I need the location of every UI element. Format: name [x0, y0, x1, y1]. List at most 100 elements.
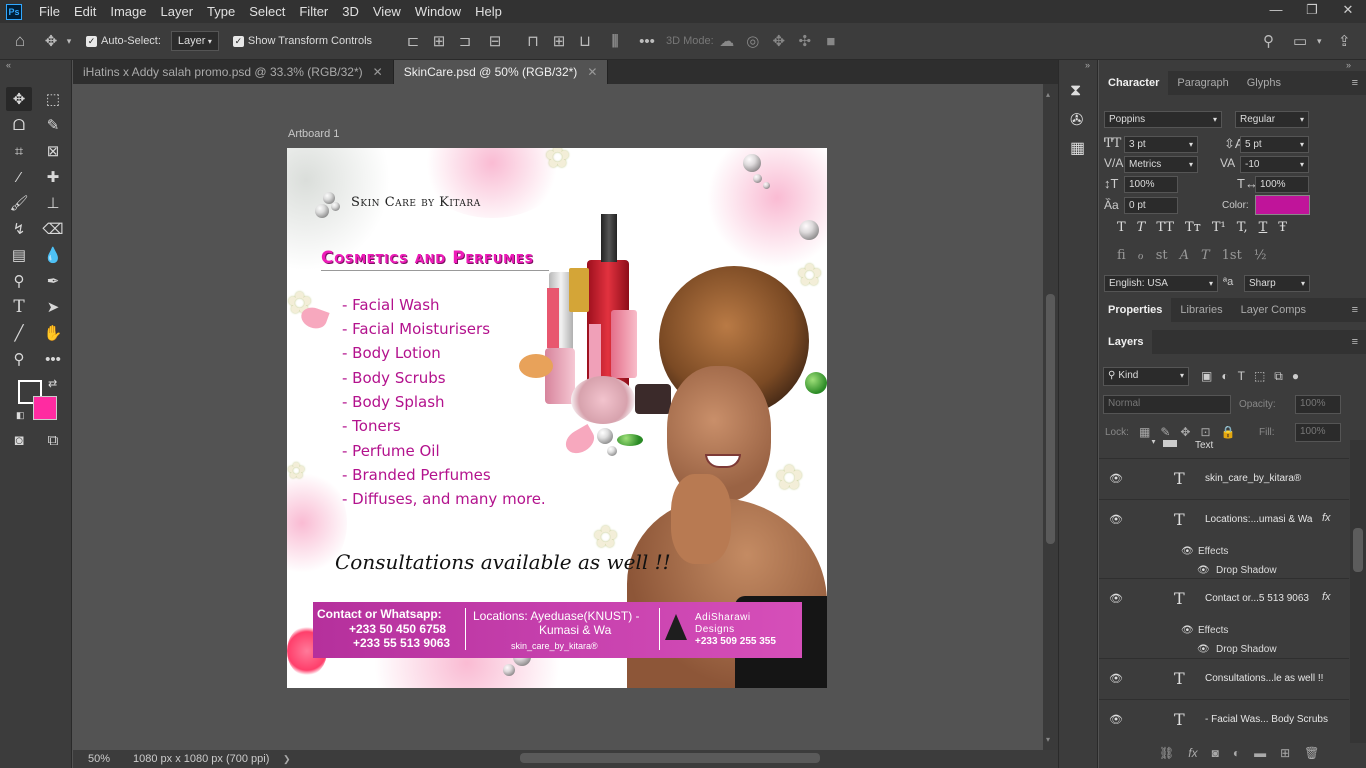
3d-pan-icon[interactable]: ✥ [766, 32, 792, 50]
all-caps-button[interactable]: TT [1156, 220, 1174, 235]
swash-button[interactable]: A [1180, 248, 1189, 263]
layer-row[interactable]: 👁 T - Facial Was... Body Scrubs [1099, 699, 1349, 743]
pen-tool-icon[interactable]: ✒ [40, 269, 66, 293]
line-tool-icon[interactable]: ╱ [6, 321, 32, 345]
menu-layer[interactable]: Layer [154, 4, 201, 19]
filter-toggle-icon[interactable]: ● [1292, 369, 1299, 384]
frame-tool-icon[interactable]: ⊠ [40, 139, 66, 163]
visibility-eye-icon[interactable]: 👁 [1197, 644, 1210, 655]
faux-bold-button[interactable]: T [1117, 220, 1126, 235]
eraser-tool-icon[interactable]: ⌫ [40, 217, 66, 241]
group-name[interactable]: Text [1195, 440, 1213, 451]
clone-stamp-tool-icon[interactable]: ⊥ [40, 191, 66, 215]
home-icon[interactable]: ⌂ [0, 31, 40, 51]
menu-view[interactable]: View [366, 4, 408, 19]
panel-menu-icon[interactable]: ≡ [1352, 304, 1358, 316]
scroll-down-icon[interactable]: ▾ [1046, 735, 1050, 744]
font-size-field[interactable]: 3 pt ▾ [1124, 136, 1198, 153]
menu-type[interactable]: Type [200, 4, 242, 19]
smart-object-filter-icon[interactable]: ⧉ [1274, 369, 1283, 384]
language-dropdown[interactable]: English: USA ▾ [1104, 275, 1218, 292]
show-transform-checkbox[interactable]: ✓ Show Transform Controls [232, 35, 372, 47]
align-right-icon[interactable]: ⊐ [452, 32, 478, 50]
ordinals-button[interactable]: 1st [1222, 248, 1242, 263]
close-window-button[interactable]: ✕ [1330, 0, 1366, 23]
strikethrough-button[interactable]: Ŧ [1278, 220, 1287, 235]
quick-select-tool-icon[interactable]: ✎ [40, 113, 66, 137]
titling-button[interactable]: T [1201, 248, 1210, 263]
blend-mode-dropdown[interactable]: Normal [1103, 395, 1231, 414]
visibility-eye-icon[interactable]: 👁 [1181, 546, 1194, 557]
dodge-tool-icon[interactable]: ⚲ [6, 269, 32, 293]
visibility-eye-icon[interactable]: 👁 [1109, 713, 1123, 726]
distribute-icon[interactable]: ⊟ [478, 32, 512, 50]
leading-field[interactable]: 5 pt ▾ [1240, 136, 1309, 153]
add-mask-icon[interactable]: ◙ [1212, 746, 1219, 760]
discretionary-ligatures-button[interactable]: st [1156, 248, 1168, 263]
layer-effects-badge[interactable]: fx [1322, 512, 1331, 524]
zoom-level[interactable]: 50% [73, 753, 133, 765]
tab-paragraph[interactable]: Paragraph [1168, 71, 1237, 95]
anti-alias-dropdown[interactable]: Sharp ▾ [1244, 275, 1310, 292]
tab-properties[interactable]: Properties [1099, 298, 1172, 322]
artboard[interactable]: ✿ ✿ ✿ ✿ ✿ ✿ Skin Care by Kitara Cosmetic… [287, 148, 827, 688]
add-style-icon[interactable]: fx [1188, 746, 1197, 760]
expand-panels-icon[interactable]: » [1085, 60, 1090, 70]
tracking-field[interactable]: -10 ▾ [1240, 156, 1309, 173]
tab-document-1[interactable]: iHatins x Addy salah promo.psd @ 33.3% (… [73, 60, 394, 84]
gradient-tool-icon[interactable]: ▤ [6, 243, 32, 267]
lock-transparent-icon[interactable]: ▦ [1139, 425, 1150, 439]
link-layers-icon[interactable]: ⛓ [1159, 746, 1174, 760]
lock-image-icon[interactable]: ✎ [1160, 425, 1170, 439]
horizontal-scale-field[interactable]: 100% [1255, 176, 1309, 193]
3d-roll-icon[interactable]: ◎ [740, 32, 766, 50]
layer-filter-dropdown[interactable]: ⚲ Kind ▾ [1103, 367, 1189, 386]
path-selection-tool-icon[interactable]: ➤ [40, 295, 66, 319]
healing-brush-tool-icon[interactable]: ✚ [40, 165, 66, 189]
visibility-eye-icon[interactable]: 👁 [1109, 672, 1123, 685]
history-brush-tool-icon[interactable]: ↯ [6, 217, 32, 241]
font-family-dropdown[interactable]: Poppins ▾ [1104, 111, 1222, 128]
font-style-dropdown[interactable]: Regular ▾ [1235, 111, 1309, 128]
visibility-eye-icon[interactable]: 👁 [1197, 565, 1210, 576]
underline-button[interactable]: T [1259, 220, 1268, 235]
restore-button[interactable]: ❐ [1294, 0, 1330, 23]
minimize-button[interactable]: — [1258, 0, 1294, 23]
swatches-icon[interactable]: ▦ [1070, 138, 1085, 158]
search-icon[interactable]: ⚲ [1263, 32, 1274, 50]
lasso-tool-icon[interactable]: ᗝ [6, 113, 32, 137]
tab-document-2[interactable]: SkinCare.psd @ 50% (RGB/32*) ✕ [393, 60, 609, 84]
align-bottom-icon[interactable]: ⊔ [572, 32, 598, 50]
adjustments-icon[interactable]: ✇ [1070, 110, 1083, 130]
drop-shadow-effect[interactable]: Drop Shadow [1216, 644, 1277, 655]
drop-shadow-effect[interactable]: Drop Shadow [1216, 565, 1277, 576]
zoom-tool-icon[interactable]: ⚲ [6, 347, 32, 371]
visibility-eye-icon[interactable]: 👁 [1181, 625, 1194, 636]
menu-select[interactable]: Select [242, 4, 292, 19]
layer-name[interactable]: skin_care_by_kitara® [1205, 473, 1301, 484]
collapse-dock-icon[interactable]: » [1346, 60, 1351, 70]
layers-scrollbar[interactable] [1350, 440, 1366, 743]
tab-libraries[interactable]: Libraries [1171, 298, 1231, 322]
3d-slide-icon[interactable]: ✣ [792, 32, 818, 50]
3d-scale-icon[interactable]: ■ [818, 33, 844, 50]
tab-layer-comps[interactable]: Layer Comps [1232, 298, 1315, 322]
adjustment-filter-icon[interactable]: ◐ [1221, 369, 1228, 384]
vertical-scrollbar[interactable] [1043, 84, 1058, 750]
collapse-toolbar-icon[interactable]: « [6, 60, 11, 70]
lock-artboard-icon[interactable]: ⊡ [1200, 425, 1210, 439]
menu-3d[interactable]: 3D [335, 4, 366, 19]
tab-layers[interactable]: Layers [1099, 330, 1153, 354]
tab-glyphs[interactable]: Glyphs [1238, 71, 1290, 95]
scroll-thumb[interactable] [1353, 528, 1363, 572]
swap-colors-icon[interactable]: ⇄ [48, 377, 57, 390]
share-icon[interactable]: ⇪ [1338, 32, 1351, 50]
layer-name[interactable]: Consultations...le as well !! [1205, 673, 1323, 684]
subscript-button[interactable]: T, [1237, 220, 1248, 235]
scroll-thumb[interactable] [1046, 294, 1055, 544]
background-color-swatch[interactable] [33, 396, 57, 420]
align-center-icon[interactable]: ⊞ [426, 32, 452, 50]
fractions-button[interactable]: ½ [1254, 248, 1267, 263]
layer-name[interactable]: - Facial Was... Body Scrubs [1205, 714, 1328, 725]
chevron-down-icon[interactable]: ▾ [1317, 36, 1322, 47]
